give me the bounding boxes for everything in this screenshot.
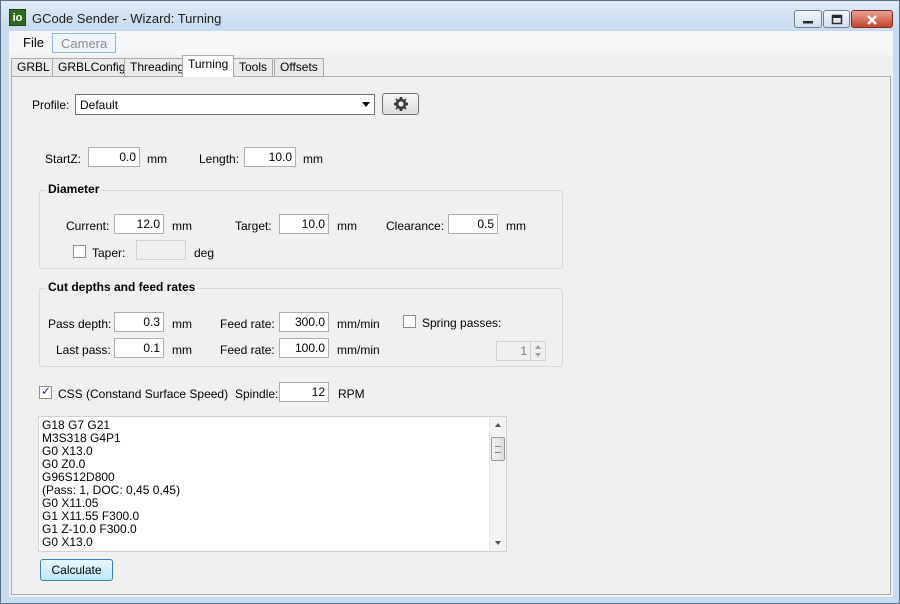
- app-icon: io: [9, 9, 26, 26]
- taper-unit: deg: [194, 246, 215, 260]
- profile-label: Profile:: [32, 98, 70, 112]
- profile-settings-button[interactable]: [382, 93, 419, 115]
- diameter-group-title: Diameter: [46, 182, 102, 196]
- pass-depth-unit: mm: [172, 317, 192, 331]
- calculate-button[interactable]: Calculate: [40, 559, 113, 581]
- menu-camera[interactable]: Camera: [52, 33, 117, 53]
- app-window: io GCode Sender - Wizard: Turning File C…: [0, 0, 900, 604]
- title-bar[interactable]: io GCode Sender - Wizard: Turning: [1, 1, 899, 31]
- pass-depth-input[interactable]: 0.3: [114, 312, 164, 332]
- feed-rate-1-input[interactable]: 300.0: [279, 312, 329, 332]
- length-input[interactable]: 10.0: [244, 147, 296, 167]
- length-unit: mm: [303, 152, 323, 166]
- tab-offsets[interactable]: Offsets: [274, 58, 324, 76]
- maximize-icon: [831, 14, 842, 25]
- gcode-output[interactable]: G18 G7 G21 M3S318 G4P1 G0 X13.0 G0 Z0.0 …: [38, 416, 507, 552]
- spinner-arrows-icon[interactable]: [530, 342, 545, 360]
- feed-rate-2-unit: mm/min: [337, 343, 380, 357]
- pass-depth-label: Pass depth:: [48, 317, 112, 331]
- scroll-down-icon[interactable]: [495, 541, 501, 545]
- vertical-scrollbar[interactable]: [489, 417, 506, 551]
- feed-rate-1-label: Feed rate:: [220, 317, 275, 331]
- taper-label: Taper:: [92, 246, 126, 260]
- last-pass-label: Last pass:: [56, 343, 111, 357]
- current-unit: mm: [172, 219, 192, 233]
- length-label: Length:: [199, 152, 240, 166]
- taper-input[interactable]: [136, 240, 186, 260]
- turning-panel: Profile: Default StartZ: 0.0 mm Length: …: [11, 76, 891, 595]
- tab-turning[interactable]: Turning: [182, 55, 235, 77]
- last-pass-unit: mm: [172, 343, 192, 357]
- spindle-unit: RPM: [338, 387, 365, 401]
- css-checkbox[interactable]: [39, 384, 52, 399]
- spring-passes-value: 1: [520, 344, 527, 358]
- maximize-button[interactable]: [823, 10, 850, 28]
- window-title: GCode Sender - Wizard: Turning: [32, 11, 222, 26]
- taper-checkbox[interactable]: [73, 245, 86, 258]
- current-diameter-input[interactable]: 12.0: [114, 214, 164, 234]
- target-unit: mm: [337, 219, 357, 233]
- last-pass-input[interactable]: 0.1: [114, 338, 164, 358]
- spring-passes-checkbox[interactable]: [403, 315, 416, 328]
- startz-label: StartZ:: [45, 152, 82, 166]
- feed-rate-2-input[interactable]: 100.0: [279, 338, 329, 358]
- target-diameter-input[interactable]: 10.0: [279, 214, 329, 234]
- target-label: Target:: [235, 219, 272, 233]
- dropdown-arrow-icon: [362, 102, 370, 107]
- menu-bar: File Camera: [9, 31, 893, 55]
- cut-depths-group-title: Cut depths and feed rates: [46, 280, 198, 294]
- spring-passes-spinner[interactable]: 1: [496, 341, 546, 361]
- scrollbar-thumb[interactable]: [491, 437, 505, 461]
- close-icon: [867, 15, 877, 25]
- spindle-input[interactable]: 12: [279, 382, 329, 402]
- tab-tools[interactable]: Tools: [233, 58, 274, 76]
- minimize-button[interactable]: [794, 10, 822, 28]
- profile-select[interactable]: Default: [75, 94, 375, 115]
- feed-rate-2-label: Feed rate:: [220, 343, 275, 357]
- current-label: Current:: [66, 219, 110, 233]
- startz-input[interactable]: 0.0: [88, 147, 140, 167]
- close-window-button[interactable]: [851, 10, 893, 28]
- tab-grbl[interactable]: GRBL: [11, 58, 56, 76]
- clearance-label: Clearance:: [386, 219, 445, 233]
- profile-value: Default: [80, 98, 119, 112]
- startz-unit: mm: [147, 152, 167, 166]
- minimize-icon: [803, 21, 813, 24]
- feed-rate-1-unit: mm/min: [337, 317, 380, 331]
- spindle-label: Spindle:: [235, 387, 279, 401]
- tab-strip: GRBL GRBLConfig Threading Turning Tools …: [9, 55, 893, 77]
- gcode-line: G0 X13.0: [42, 535, 93, 549]
- clearance-unit: mm: [506, 219, 526, 233]
- gear-icon: [393, 97, 408, 111]
- css-label: CSS (Constand Surface Speed): [58, 387, 229, 401]
- scroll-up-icon[interactable]: [495, 423, 501, 427]
- tab-grblconfig[interactable]: GRBLConfig: [52, 58, 132, 76]
- spring-passes-label: Spring passes:: [422, 316, 502, 330]
- clearance-input[interactable]: 0.5: [448, 214, 498, 234]
- tab-threading[interactable]: Threading: [124, 58, 191, 76]
- menu-file[interactable]: File: [15, 33, 52, 53]
- gcode-lines: G18 G7 G21 M3S318 G4P1 G0 X13.0 G0 Z0.0 …: [42, 419, 180, 549]
- client-area: File Camera GRBL GRBLConfig Threading Tu…: [9, 31, 893, 597]
